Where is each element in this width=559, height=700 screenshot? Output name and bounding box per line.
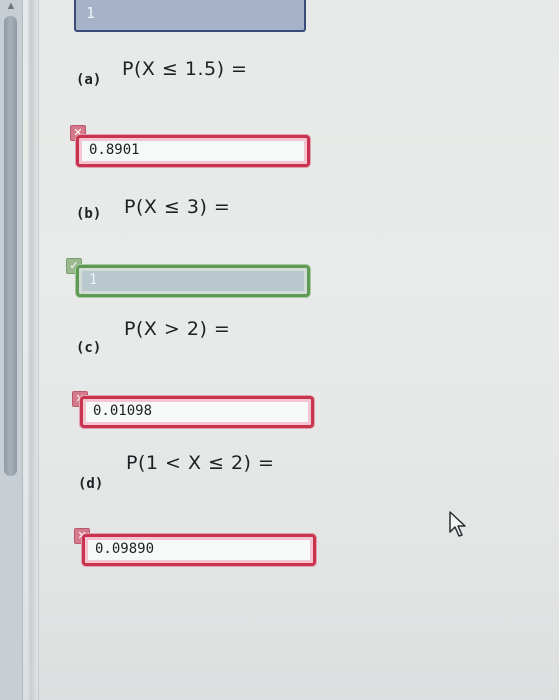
scrollbar-thumb[interactable] — [4, 16, 17, 476]
question-b-label: (b) — [76, 206, 102, 222]
answer-a-field[interactable]: 0.8901 — [76, 135, 310, 167]
question-d-label: (d) — [78, 476, 104, 492]
answer-c-field[interactable]: 0.01098 — [80, 396, 314, 428]
previous-answer-value: 1 — [86, 4, 96, 22]
question-d-expression: P(1 < X ≤ 2) = — [126, 452, 275, 474]
question-a-label: (a) — [76, 72, 102, 88]
answer-c-value: 0.01098 — [93, 403, 153, 419]
answer-d-value: 0.09890 — [95, 541, 155, 557]
previous-answer-field[interactable]: 1 — [74, 0, 306, 32]
question-a-expression: P(X ≤ 1.5) = — [122, 58, 248, 80]
page-left-border — [28, 0, 39, 700]
question-c-label: (c) — [76, 340, 102, 356]
mouse-pointer-icon — [449, 511, 466, 537]
scroll-up-arrow-icon[interactable]: ▲ — [3, 0, 19, 12]
answer-b-field[interactable]: 1 — [76, 265, 310, 297]
vertical-scrollbar[interactable]: ▲ — [0, 0, 23, 700]
question-b-expression: P(X ≤ 3) = — [124, 196, 231, 218]
question-c-expression: P(X > 2) = — [124, 318, 231, 340]
answer-a-value: 0.8901 — [89, 142, 140, 158]
answer-d-field[interactable]: 0.09890 — [82, 534, 316, 566]
answer-b-value: 1 — [89, 272, 98, 288]
